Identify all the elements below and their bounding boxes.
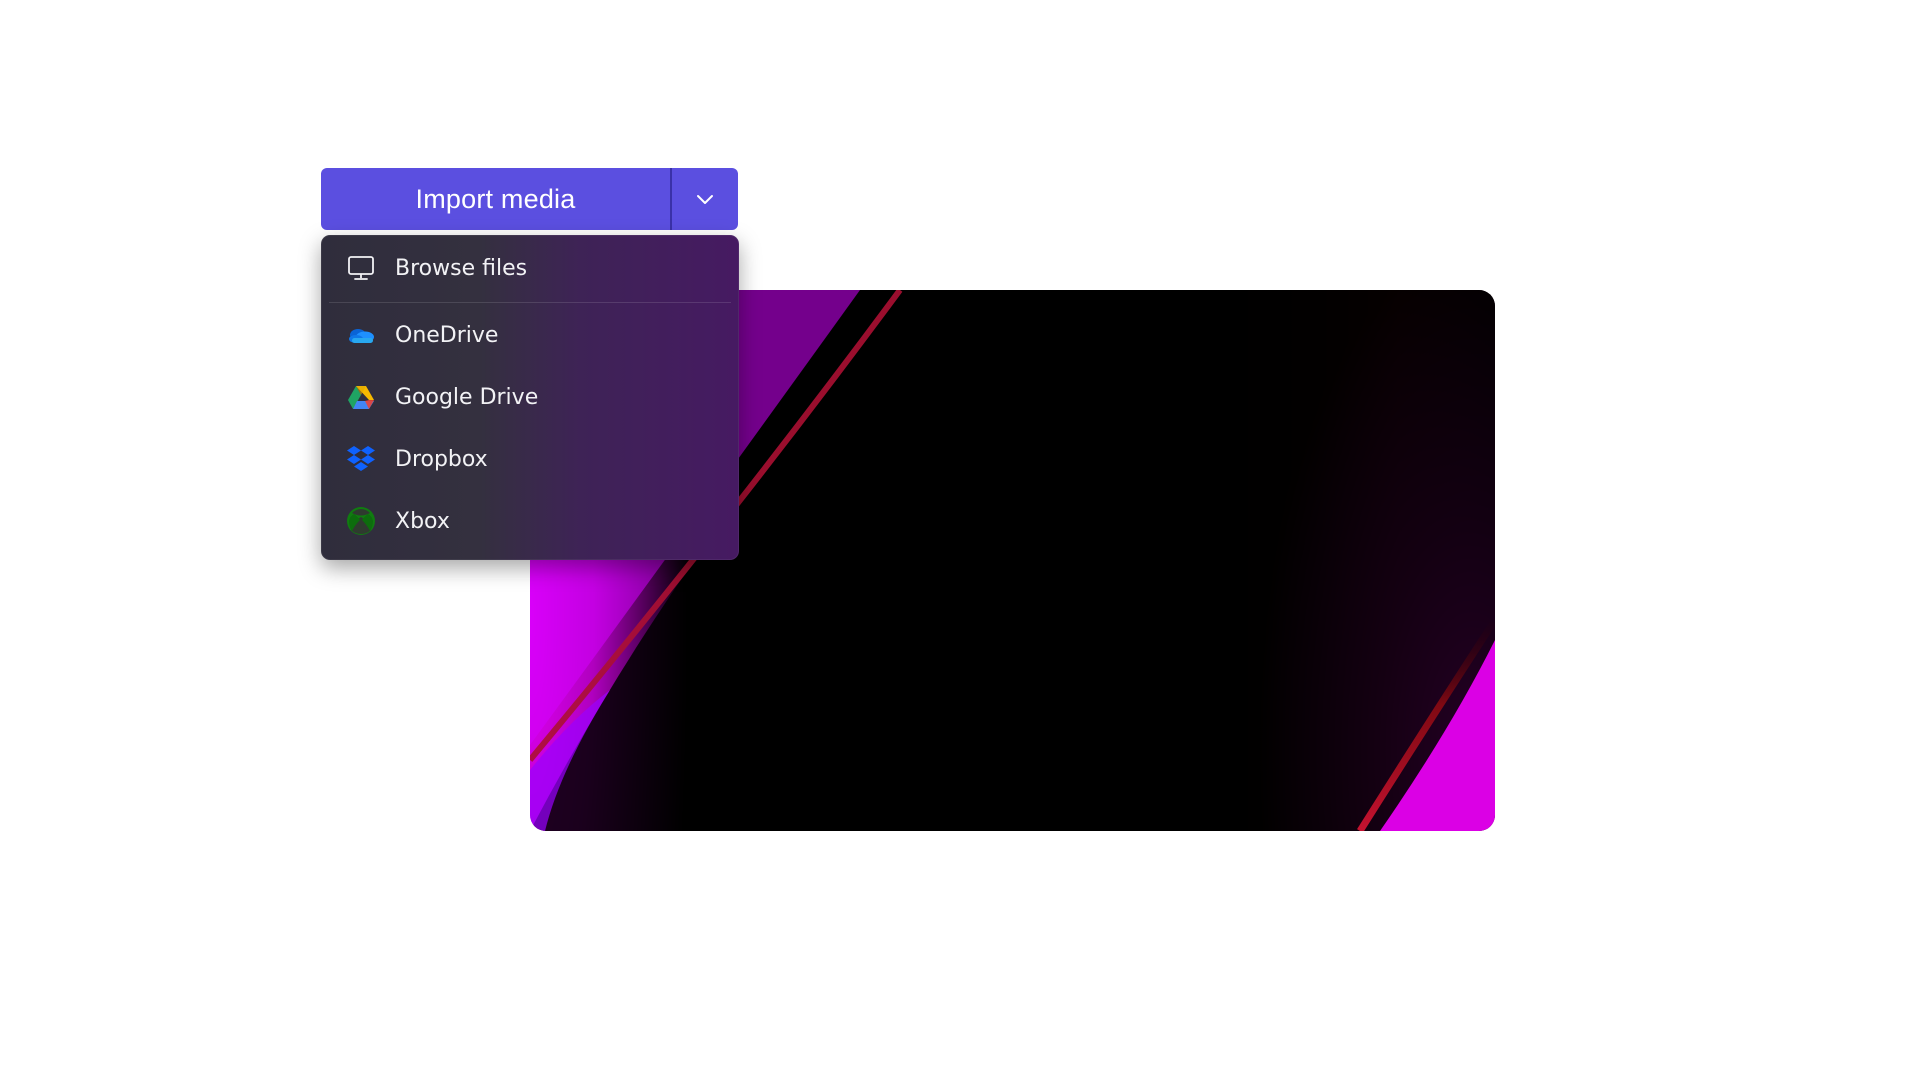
menu-item-label: Browse files [395,255,528,281]
menu-item-label: Dropbox [395,446,488,472]
import-media-label: Import media [415,183,576,214]
menu-item-dropbox[interactable]: Dropbox [321,431,739,487]
menu-item-label: OneDrive [395,322,499,348]
menu-separator [329,302,731,303]
menu-item-google-drive[interactable]: Google Drive [321,369,739,425]
menu-item-browse-files[interactable]: Browse files [321,240,739,296]
dropbox-icon [345,443,377,475]
xbox-icon [345,505,377,537]
menu-item-label: Google Drive [395,384,539,410]
monitor-icon [345,252,377,284]
import-media-button[interactable]: Import media [321,168,670,230]
chevron-down-icon [697,195,713,204]
import-options-dropdown-button[interactable] [672,168,738,230]
menu-item-xbox[interactable]: Xbox [321,493,739,549]
import-media-menu: Browse files OneDrive Google Drive Dropb… [321,235,739,560]
import-media-split-button: Import media [321,168,738,230]
google-drive-icon [345,381,377,413]
stage: Import media Browse files OneDrive Googl… [0,0,1920,1080]
menu-item-label: Xbox [395,508,450,534]
onedrive-icon [345,319,377,351]
menu-item-onedrive[interactable]: OneDrive [321,307,739,363]
